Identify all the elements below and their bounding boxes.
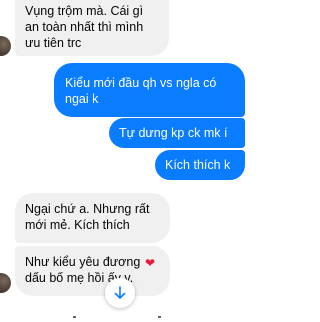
avatar[interactable]	[0, 36, 11, 56]
divider	[73, 316, 76, 318]
message-bubble-outgoing[interactable]: Kiểu mới đầu qh vs ngla có ngai k	[54, 63, 245, 117]
message-line: Kích thích k	[165, 158, 231, 172]
scroll-to-bottom-button[interactable]	[105, 278, 135, 308]
message-line: ưu tiên trc	[25, 36, 82, 50]
message-line: dấu bố mẹ hồi ấy v.	[25, 271, 134, 285]
message-bubble-outgoing[interactable]: Tự dưng kp ck mk í	[109, 118, 245, 148]
message-line: Ngại chứ a. Nhưng rất	[25, 202, 150, 216]
message-line: Vụng trộm mà. Cái gì	[25, 4, 144, 18]
message-bubble-incoming[interactable]: Vụng trộm mà. Cái gì an toàn nhất thì mì…	[15, 0, 169, 56]
message-bubble-incoming[interactable]: Như kiểu yêu đương dấu bố mẹ hồi ấy v.	[15, 246, 170, 296]
message-line: an toàn nhất thì mình	[25, 20, 144, 34]
message-line: Tự dưng kp ck mk í	[119, 126, 228, 140]
avatar[interactable]	[0, 273, 11, 293]
message-bubble-incoming[interactable]: Ngại chứ a. Nhưng rất mới mẻ. Kích thích	[15, 193, 170, 243]
message-line: Kiểu mới đầu qh vs ngla có	[65, 76, 217, 90]
heart-icon[interactable]: ❤	[145, 257, 155, 269]
arrow-down-icon	[114, 286, 126, 299]
divider	[158, 316, 161, 318]
message-bubble-outgoing[interactable]: Kích thích k	[155, 150, 245, 180]
message-line: mới mẻ. Kích thích	[25, 218, 130, 232]
message-line: ngai k	[65, 92, 99, 106]
